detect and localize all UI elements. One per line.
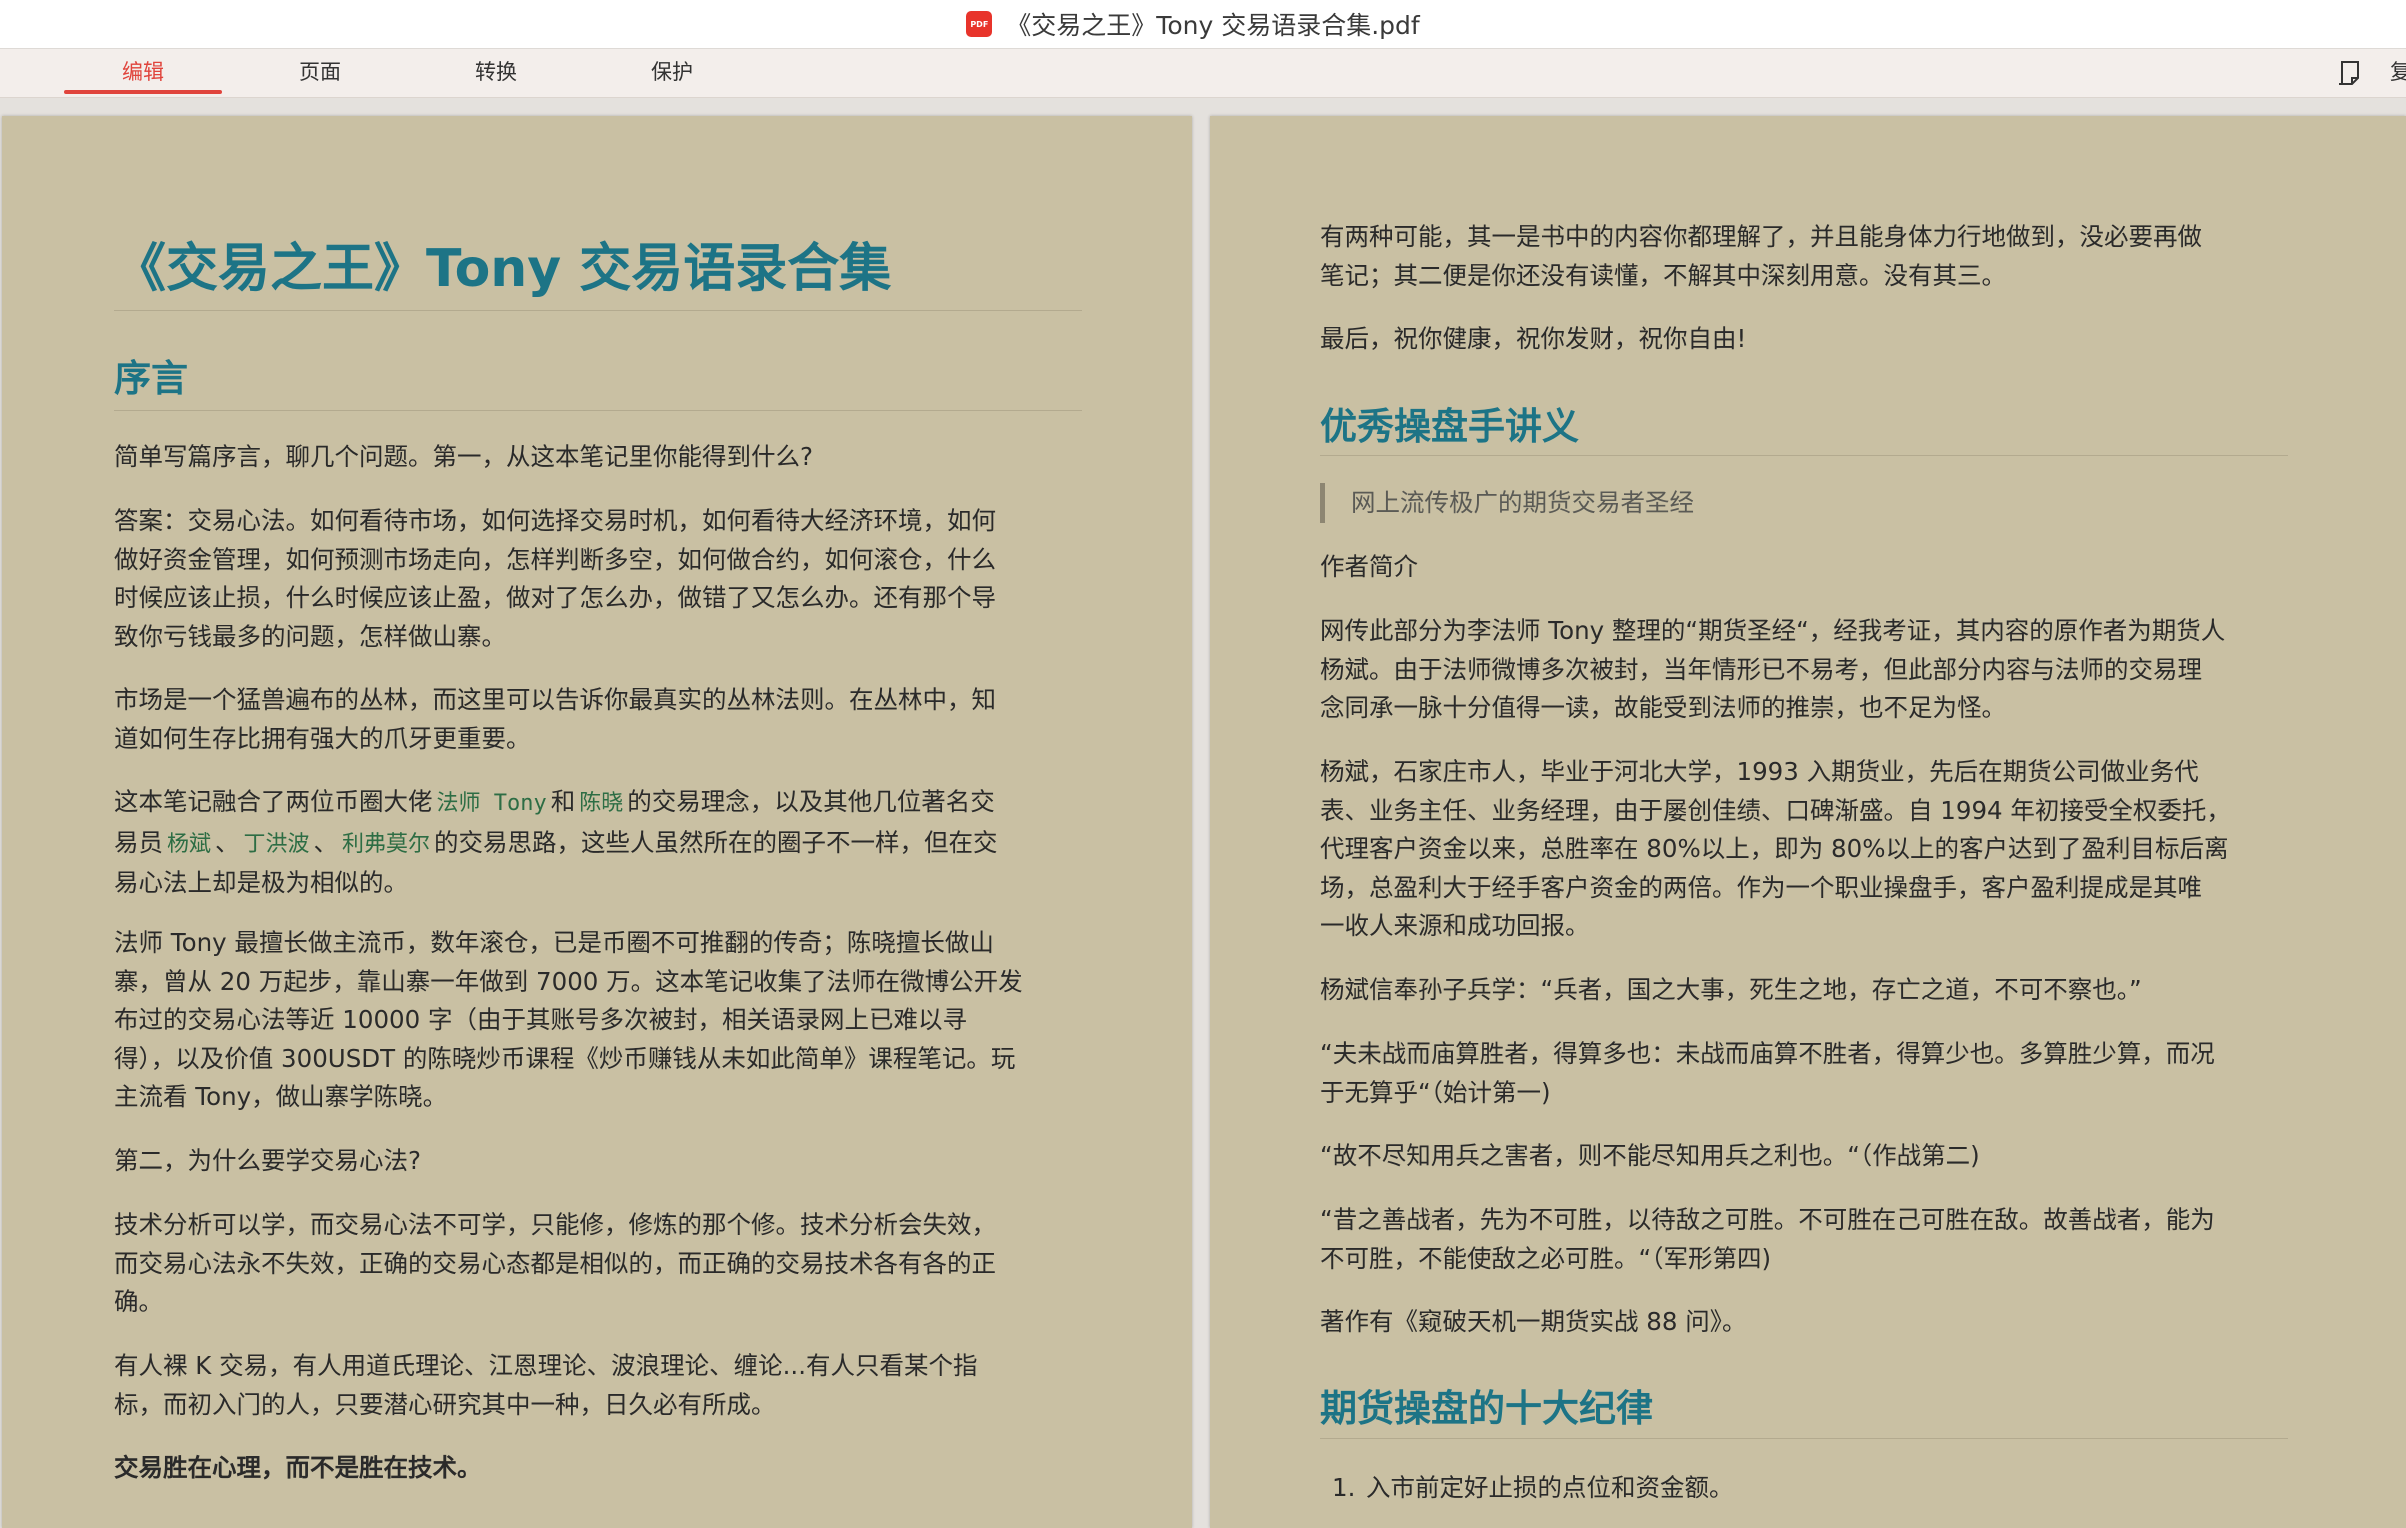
note-edit-icon[interactable] — [2336, 59, 2364, 87]
inline-code-name: 法师 Tony — [436, 791, 547, 816]
pdf-page-right: 有两种可能，其一是书中的内容你都理解了，并且能身体力行地做到，没必要再做 笔记；… — [1210, 116, 2406, 1528]
window-title: 《交易之王》Tony 交易语录合集.pdf — [1006, 11, 1420, 40]
tab-convert[interactable]: 转换 — [416, 49, 576, 97]
blockquote: 网上流传极广的期货交易者圣经 — [1320, 483, 1694, 523]
paragraph: “昔之善战者，先为不可胜，以待敌之可胜。不可胜在己可胜在敌。故善战者，能为 不可… — [1320, 1205, 2215, 1273]
section-heading-ten-rules: 期货操盘的十大纪律 — [1320, 1387, 1653, 1430]
divider — [114, 310, 1082, 311]
tab-protect[interactable]: 保护 — [592, 49, 752, 97]
window-title-group: PDF 《交易之王》Tony 交易语录合集.pdf — [966, 6, 1420, 42]
paragraph: 最后，祝你健康，祝你发财，祝你自由! — [1320, 324, 1747, 353]
bold-paragraph: 交易胜在心理，而不是胜在技术。 — [114, 1453, 482, 1482]
divider — [114, 410, 1082, 411]
paragraph: 简单写篇序言，聊几个问题。第一，从这本笔记里你能得到什么? — [114, 442, 814, 471]
paragraph: 杨斌，石家庄市人，毕业于河北大学，1993 入期货业，先后在期货公司做业务代 表… — [1320, 757, 2231, 940]
paragraph: 杨斌信奉孙子兵学：“兵者，国之大事，死生之地，存亡之道，不可不察也。” — [1320, 975, 2142, 1004]
paragraph: “故不尽知用兵之害者，则不能尽知用兵之利也。“（作战第二) — [1320, 1141, 1980, 1170]
paragraph: 著作有《窥破天机一期货实战 88 问》。 — [1320, 1307, 1747, 1336]
paragraph: 答案：交易心法。如何看待市场，如何选择交易时机，如何看待大经济环境，如何 做好资… — [114, 506, 996, 651]
paragraph: 网传此部分为李法师 Tony 整理的“期货圣经“，经我考证，其内容的原作者为期货… — [1320, 616, 2226, 722]
tab-page[interactable]: 页面 — [240, 49, 400, 97]
divider — [1320, 1438, 2288, 1439]
paragraph: 法师 Tony 最擅长做主流币，数年滚仓，已是币圈不可推翻的传奇；陈晓擅长做山 … — [114, 928, 1023, 1111]
pdf-icon: PDF — [966, 11, 993, 37]
document-title: 《交易之王》Tony 交易语录合集 — [114, 239, 892, 299]
inline-code-name: 利弗莫尔 — [342, 831, 431, 857]
main-toolbar: 编辑 页面 转换 保护 复 — [0, 49, 2406, 98]
pdf-page-left: 《交易之王》Tony 交易语录合集 序言 简单写篇序言，聊几个问题。第一，从这本… — [2, 116, 1192, 1528]
list-item: 1. 入市前定好止损的点位和资金额。 — [1332, 1469, 1734, 1508]
paragraph: “夫未战而庙算胜者，得算多也：未战而庙算不胜者，得算少也。多算胜少算，而况 于无… — [1320, 1039, 2215, 1107]
paragraph: 技术分析可以学，而交易心法不可学，只能修，修炼的那个修。技术分析会失效， 而交易… — [114, 1210, 996, 1316]
paragraph: 这本笔记融合了两位币圈大佬 法师 Tony 和陈晓 的交易理念，以及其他几位著名交 易… — [114, 787, 998, 897]
paragraph: 第二，为什么要学交易心法? — [114, 1146, 422, 1175]
paragraph: 作者简介 — [1320, 552, 1418, 581]
active-tab-indicator — [64, 90, 222, 94]
toolbar-copy-button[interactable]: 复 — [2390, 49, 2406, 97]
inline-code-name: 丁洪波 — [243, 831, 310, 857]
inline-code-name: 杨斌 — [167, 831, 212, 857]
list-number: 1. — [1332, 1473, 1356, 1502]
section-heading-preface: 序言 — [114, 357, 188, 400]
paragraph: 有人裸 K 交易，有人用道氏理论、江恩理论、波浪理论、缠论...有人只看某个指 … — [114, 1351, 978, 1419]
paragraph: 有两种可能，其一是书中的内容你都理解了，并且能身体力行地做到，没必要再做 笔记；… — [1320, 222, 2202, 290]
divider — [1320, 455, 2288, 456]
window-title-bar: PDF 《交易之王》Tony 交易语录合集.pdf — [0, 0, 2406, 49]
section-heading-trader-lecture: 优秀操盘手讲义 — [1320, 405, 1579, 448]
paragraph: 市场是一个猛兽遍布的丛林，而这里可以告诉你最真实的丛林法则。在丛林中，知 道如何… — [114, 685, 996, 753]
inline-code-name: 陈晓 — [579, 791, 624, 816]
